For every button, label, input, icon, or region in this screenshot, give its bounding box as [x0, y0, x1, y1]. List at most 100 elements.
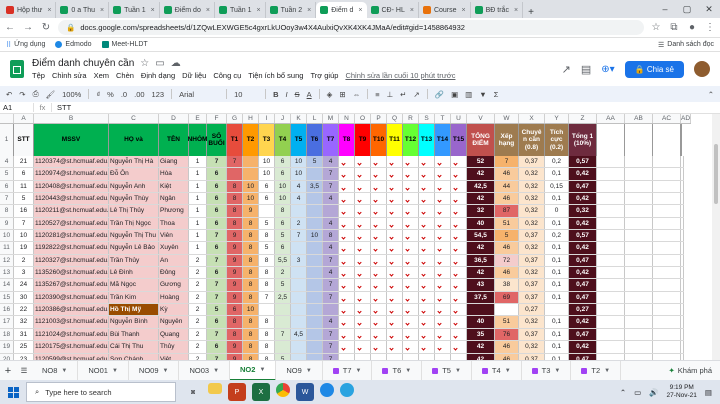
attendance-mark-cell[interactable]: [355, 193, 371, 205]
attendance-mark-cell[interactable]: [451, 316, 467, 328]
t1-cell[interactable]: 8: [227, 328, 243, 341]
xep-hang-cell[interactable]: 46: [495, 193, 519, 205]
column-header[interactable]: P: [371, 114, 387, 123]
edge-icon[interactable]: [320, 383, 334, 397]
attendance-mark-cell[interactable]: [451, 341, 467, 353]
sheet-tab-dropdown-icon[interactable]: ▼: [604, 368, 610, 374]
empty-cell[interactable]: [597, 291, 625, 304]
spreadsheet-grid[interactable]: A B C D E F G H I J K L M N O P Q R S T U V W X Y Z AA AB AC AD 1 STT M…: [0, 114, 712, 360]
nhom-cell[interactable]: 2: [189, 341, 207, 353]
tong1-cell[interactable]: 0,47: [569, 279, 597, 291]
bookmark-meet[interactable]: Meet-HLDT: [101, 41, 148, 48]
notifications-icon[interactable]: ▤: [705, 388, 712, 397]
empty-cell[interactable]: [681, 341, 684, 353]
tong1-cell[interactable]: 0,57: [569, 230, 597, 242]
ten-cell[interactable]: Gương: [159, 279, 189, 291]
tong1-cell[interactable]: 0,42: [569, 341, 597, 353]
number-format-button[interactable]: 123: [152, 90, 165, 99]
sheet-tab[interactable]: T4 ▼: [472, 360, 522, 381]
attendance-mark-cell[interactable]: [371, 156, 387, 168]
stt-cell[interactable]: 3: [14, 267, 34, 279]
attendance-mark-cell[interactable]: [435, 304, 451, 316]
mssv-cell[interactable]: 1120386@st.hcmuaf.edu.v: [34, 304, 109, 316]
ho-cell[interactable]: Hồ Thị Mỹ: [109, 304, 159, 316]
percent-button[interactable]: %: [107, 90, 114, 99]
attendance-mark-cell[interactable]: [355, 242, 371, 254]
ten-cell[interactable]: Kiệt: [159, 180, 189, 193]
empty-cell[interactable]: [681, 205, 684, 217]
t5-cell[interactable]: 3: [291, 254, 307, 267]
so-buoi-cell[interactable]: 5: [207, 304, 227, 316]
t3-cell[interactable]: 6: [259, 193, 275, 205]
attendance-mark-cell[interactable]: [435, 230, 451, 242]
attendance-mark-cell[interactable]: [403, 328, 419, 341]
stt-cell[interactable]: 5: [14, 193, 34, 205]
chart-icon[interactable]: ▥: [465, 90, 472, 99]
menu-item[interactable]: Chèn: [116, 71, 134, 80]
chuyen-can-cell[interactable]: 0,32: [519, 193, 545, 205]
stt-cell[interactable]: 6: [14, 168, 34, 180]
empty-cell[interactable]: [653, 316, 681, 328]
t2-cell[interactable]: 8: [243, 341, 259, 353]
attendance-mark-cell[interactable]: [371, 328, 387, 341]
empty-cell[interactable]: [681, 316, 684, 328]
so-buoi-cell[interactable]: 7: [207, 254, 227, 267]
empty-cell[interactable]: [625, 316, 653, 328]
name-box[interactable]: A1: [0, 103, 34, 112]
chuyen-can-cell[interactable]: 0,32: [519, 316, 545, 328]
t5-cell[interactable]: 4: [291, 180, 307, 193]
filter-icon[interactable]: ▼: [479, 90, 486, 99]
ten-cell[interactable]: Viên: [159, 230, 189, 242]
t1-cell[interactable]: 9: [227, 267, 243, 279]
attendance-mark-cell[interactable]: [339, 168, 355, 180]
t4-cell[interactable]: 2: [275, 267, 291, 279]
empty-cell[interactable]: [625, 156, 653, 168]
sheet-tab[interactable]: T7 ▼: [323, 360, 373, 381]
tab-close-icon[interactable]: ×: [514, 7, 518, 14]
xep-hang-cell[interactable]: 46: [495, 267, 519, 279]
ho-cell[interactable]: Lê Thị Thủy: [109, 205, 159, 217]
t4-cell[interactable]: 10: [275, 193, 291, 205]
tich-cuc-cell[interactable]: 0,1: [545, 242, 569, 254]
t4-cell[interactable]: 5: [275, 279, 291, 291]
attendance-mark-cell[interactable]: [435, 279, 451, 291]
header-cell[interactable]: T9: [355, 124, 371, 156]
tong-diem-cell[interactable]: 54,5: [467, 230, 495, 242]
header-cell[interactable]: T2: [243, 124, 259, 156]
empty-cell[interactable]: [625, 180, 653, 193]
attendance-mark-cell[interactable]: [387, 156, 403, 168]
explore-button[interactable]: ✦ Khám phá: [669, 366, 713, 375]
nhom-cell[interactable]: 2: [189, 304, 207, 316]
redo-icon[interactable]: ↷: [19, 90, 25, 99]
sheet-tab-dropdown-icon[interactable]: ▼: [455, 368, 461, 374]
empty-cell[interactable]: [681, 304, 684, 316]
borders-icon[interactable]: ⊞: [339, 90, 345, 99]
empty-cell[interactable]: [681, 267, 684, 279]
chuyen-can-cell[interactable]: 0,32: [519, 267, 545, 279]
telegram-icon[interactable]: [340, 383, 354, 397]
t7-cell[interactable]: 4: [323, 267, 339, 279]
attendance-mark-cell[interactable]: [355, 254, 371, 267]
attendance-mark-cell[interactable]: [451, 267, 467, 279]
sheet-tab[interactable]: T2 ▼: [571, 360, 622, 381]
attendance-mark-cell[interactable]: [435, 267, 451, 279]
chrome-icon[interactable]: [276, 383, 290, 397]
attendance-mark-cell[interactable]: [419, 341, 435, 353]
sheet-tab[interactable]: NO09 ▼: [129, 360, 180, 381]
new-tab-button[interactable]: +: [523, 7, 539, 18]
tich-cuc-cell[interactable]: 0,1: [545, 254, 569, 267]
attendance-mark-cell[interactable]: [387, 180, 403, 193]
taskbar-search[interactable]: ⌕ Type here to search: [26, 382, 176, 402]
t7-cell[interactable]: 7: [323, 180, 339, 193]
empty-cell[interactable]: [681, 279, 684, 291]
all-sheets-icon[interactable]: ☰: [16, 366, 32, 375]
column-header[interactable]: K: [291, 114, 307, 123]
so-buoi-cell[interactable]: 6: [207, 193, 227, 205]
tong1-cell[interactable]: 0,47: [569, 254, 597, 267]
paint-format-icon[interactable]: 🖌: [46, 90, 56, 99]
ho-cell[interactable]: Nguyễn Thùy: [109, 193, 159, 205]
tong1-cell[interactable]: 0,42: [569, 168, 597, 180]
tong-diem-cell[interactable]: 42: [467, 267, 495, 279]
t3-cell[interactable]: 10: [259, 168, 275, 180]
nhom-cell[interactable]: 2: [189, 267, 207, 279]
